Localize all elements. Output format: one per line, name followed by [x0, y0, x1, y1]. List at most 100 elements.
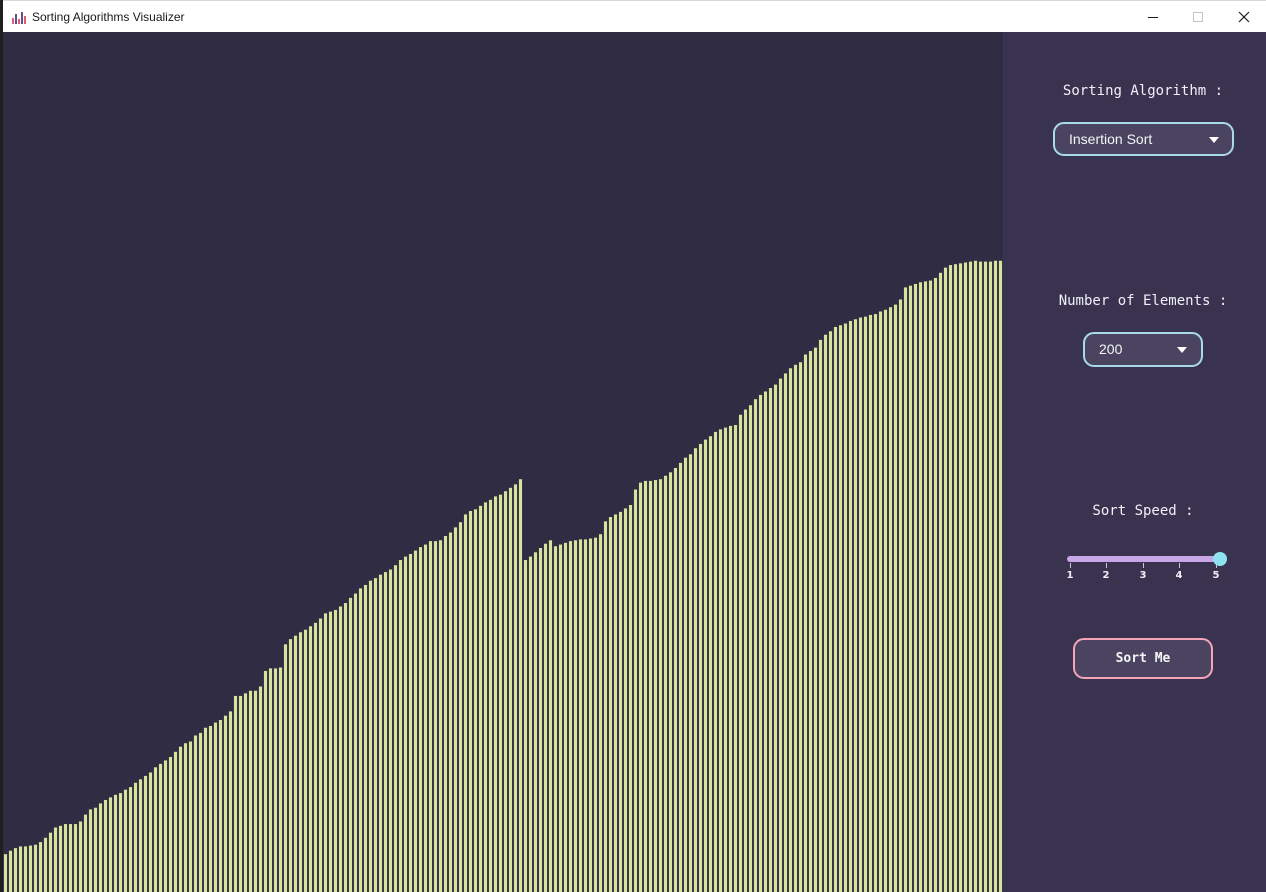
bar: [853, 319, 858, 892]
bar: [783, 373, 788, 892]
bar: [38, 842, 43, 892]
bar: [808, 351, 813, 892]
bar: [638, 482, 643, 892]
bar: [273, 668, 278, 892]
bar: [548, 540, 553, 892]
bar: [573, 540, 578, 892]
bar: [333, 609, 338, 892]
bar: [293, 635, 298, 892]
bar: [978, 261, 983, 892]
bar: [648, 480, 653, 892]
bar: [203, 727, 208, 892]
bar: [238, 695, 243, 892]
sort-speed-slider[interactable]: 1 2 3 4 5: [1067, 552, 1227, 592]
bar: [218, 720, 223, 892]
title-bar[interactable]: Sorting Algorithms Visualizer: [3, 0, 1266, 32]
algorithm-select[interactable]: Insertion Sort: [1053, 122, 1234, 156]
bar: [798, 362, 803, 892]
bar: [533, 552, 538, 892]
bar: [908, 285, 913, 892]
bar: [843, 323, 848, 892]
bar: [358, 588, 363, 892]
bar: [138, 779, 143, 892]
bar: [863, 316, 868, 892]
bar: [818, 339, 823, 892]
bar: [963, 262, 968, 892]
bar: [463, 514, 468, 892]
slider-tick-label: 3: [1139, 570, 1147, 581]
bar: [683, 457, 688, 892]
bar: [858, 317, 863, 892]
bar: [18, 846, 23, 892]
bar: [713, 431, 718, 892]
bar: [223, 715, 228, 892]
bar: [43, 837, 48, 892]
bar: [608, 517, 613, 892]
bar: [758, 394, 763, 892]
bar: [773, 384, 778, 892]
minimize-button[interactable]: [1130, 1, 1176, 32]
bar: [618, 511, 623, 892]
bar: [408, 554, 413, 892]
bar: [233, 695, 238, 892]
bar: [298, 632, 303, 892]
bar: [488, 499, 493, 892]
bar: [418, 547, 423, 892]
slider-tick: [1070, 563, 1071, 568]
controls-sidebar: Sorting Algorithm : Insertion Sort Numbe…: [1003, 32, 1266, 892]
close-icon: [1238, 11, 1250, 23]
bar: [148, 772, 153, 892]
bar: [448, 532, 453, 892]
slider-tick: [1143, 563, 1144, 568]
bar: [258, 686, 263, 892]
bar: [428, 541, 433, 892]
bar: [718, 429, 723, 892]
bar: [563, 542, 568, 892]
bars-canvas: [3, 32, 1003, 892]
slider-tick-label: 5: [1212, 570, 1220, 581]
slider-track[interactable]: [1067, 556, 1219, 562]
bar: [983, 261, 988, 892]
bar: [723, 427, 728, 892]
bar: [528, 556, 533, 892]
bar: [923, 281, 928, 892]
bar: [243, 693, 248, 892]
bar: [833, 326, 838, 892]
bar: [968, 261, 973, 892]
bar: [183, 743, 188, 892]
sort-me-button[interactable]: Sort Me: [1073, 638, 1213, 679]
bar: [838, 325, 843, 892]
bar: [873, 314, 878, 892]
bar: [788, 368, 793, 892]
bar: [228, 711, 233, 892]
bar: [413, 550, 418, 892]
bar: [623, 508, 628, 892]
bar: [673, 468, 678, 892]
bar: [373, 578, 378, 892]
maximize-button[interactable]: [1175, 1, 1221, 32]
minimize-icon: [1148, 17, 1158, 18]
bar: [503, 491, 508, 892]
bar: [948, 265, 953, 892]
bar: [263, 670, 268, 892]
bar: [328, 611, 333, 892]
bar: [668, 472, 673, 892]
bar: [848, 320, 853, 892]
bar: [753, 399, 758, 892]
bar: [953, 264, 958, 892]
bar: [178, 746, 183, 892]
bar: [468, 511, 473, 892]
bar: [173, 751, 178, 892]
slider-thumb[interactable]: [1213, 552, 1227, 566]
close-button[interactable]: [1221, 1, 1266, 32]
bar: [868, 314, 873, 892]
bar: [33, 844, 38, 892]
bar: [73, 824, 78, 892]
bar: [583, 539, 588, 892]
bar: [628, 505, 633, 892]
bar: [198, 732, 203, 892]
bar: [913, 283, 918, 892]
bar: [483, 502, 488, 892]
bar: [78, 821, 83, 892]
element-count-select[interactable]: 200: [1083, 332, 1203, 367]
